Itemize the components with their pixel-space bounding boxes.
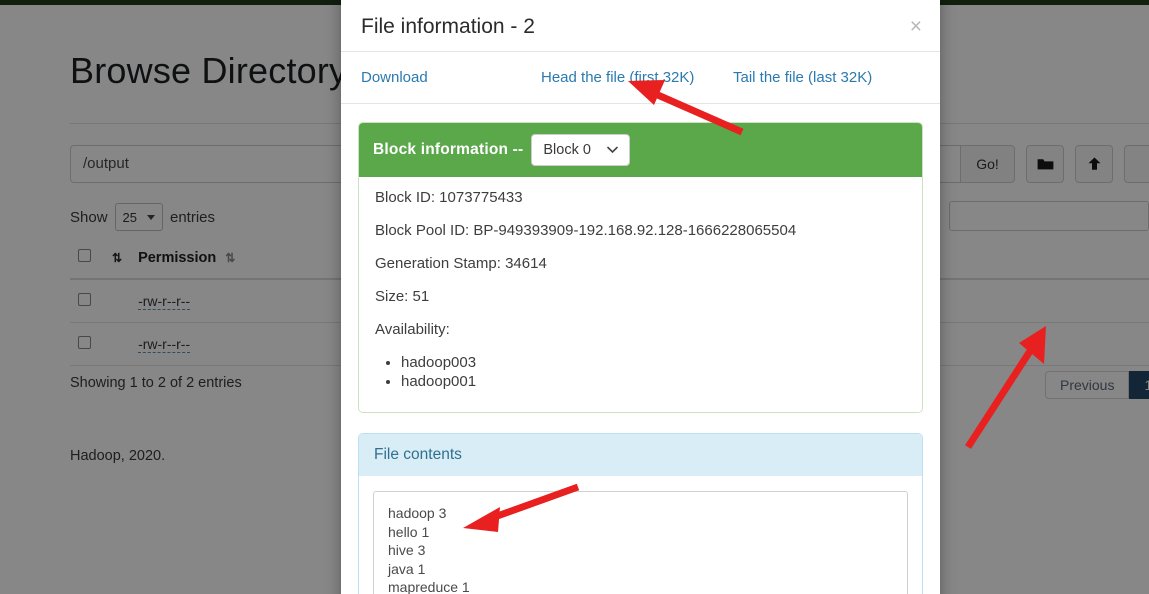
download-link[interactable]: Download xyxy=(361,69,541,86)
block-id: Block ID: 1073775433 xyxy=(375,189,523,206)
list-item: hadoop003 xyxy=(401,354,906,371)
list-item: hadoop001 xyxy=(401,373,906,390)
file-contents-text: hadoop 3 hello 1 hive 3 java 1 mapreduce… xyxy=(373,491,908,594)
file-contents-panel: File contents hadoop 3 hello 1 hive 3 ja… xyxy=(358,433,923,594)
tail-file-link[interactable]: Tail the file (last 32K) xyxy=(733,69,872,86)
file-actions-row: Download Head the file (first 32K) Tail … xyxy=(341,52,940,104)
block-information-panel: Block information -- Block 0 Block ID: 1… xyxy=(358,122,923,413)
modal-header: File information - 2 × xyxy=(341,0,940,52)
generation-stamp: Generation Stamp: 34614 xyxy=(375,255,547,272)
modal-body: Block information -- Block 0 Block ID: 1… xyxy=(341,104,940,594)
block-information-body: Block ID: 1073775433 Block Pool ID: BP-9… xyxy=(359,177,922,412)
close-icon[interactable]: × xyxy=(910,16,922,37)
chevron-down-icon xyxy=(607,142,618,158)
modal-title: File information - 2 xyxy=(361,15,535,38)
file-information-modal: File information - 2 × Download Head the… xyxy=(341,0,940,594)
head-file-link[interactable]: Head the file (first 32K) xyxy=(541,69,733,86)
availability-list: hadoop003 hadoop001 xyxy=(375,354,906,390)
block-pool-id: Block Pool ID: BP-949393909-192.168.92.1… xyxy=(375,222,797,239)
block-select[interactable]: Block 0 xyxy=(531,134,630,166)
file-contents-header: File contents xyxy=(359,434,922,476)
file-contents-body: hadoop 3 hello 1 hive 3 java 1 mapreduce… xyxy=(359,476,922,594)
availability-label: Availability: xyxy=(375,321,450,338)
block-information-label: Block information -- xyxy=(373,141,524,158)
block-information-header: Block information -- Block 0 xyxy=(359,123,922,177)
screen: Browse Directory /output Go! Show 25 ent… xyxy=(0,0,1149,594)
block-select-value: Block 0 xyxy=(543,142,591,158)
block-size: Size: 51 xyxy=(375,288,430,305)
